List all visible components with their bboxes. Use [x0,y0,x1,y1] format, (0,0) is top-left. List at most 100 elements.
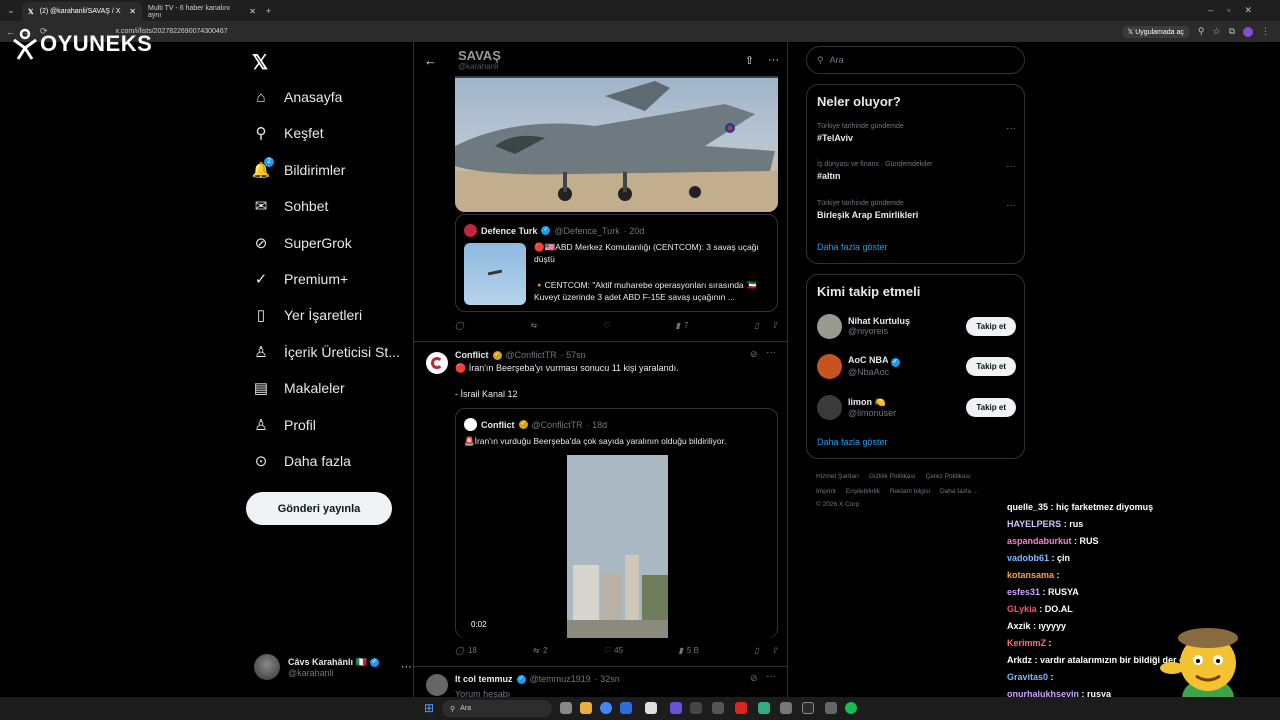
more-icon[interactable]: ··· [1006,161,1016,172]
follow-button[interactable]: Takip et [966,356,1016,376]
video-player[interactable]: 0:02 [456,455,777,638]
extensions-icon[interactable]: ⧉ [1229,26,1235,37]
browser-tab-active[interactable]: 𝕏 (2) @karahanli/SAVAŞ / X ✕ [22,2,142,21]
app-icon[interactable] [758,702,770,714]
verified-icon: ✓ [369,657,379,667]
follow-button[interactable]: Takip et [966,397,1016,417]
tweet-time[interactable]: · 32sn [595,674,620,684]
more-icon[interactable]: ··· [768,54,779,66]
tweet-author-handle[interactable]: @temmuz1919 [530,674,591,684]
start-icon[interactable]: ⊞ [424,701,434,715]
footer-link[interactable]: Daha fazla ... [940,488,978,495]
follow-suggestion[interactable]: limon 🍋 @limonuser Takip et [817,392,1016,422]
grok-icon[interactable]: ⊘ [750,673,758,684]
nav-item-more-circle[interactable]: ⊙ Daha fazla [252,452,351,470]
more-icon[interactable]: ··· [766,671,776,682]
show-more-link[interactable]: Daha fazla göster [817,242,888,252]
nav-item-home[interactable]: ⌂ Anasayfa [252,88,342,106]
app-icon[interactable] [825,702,837,714]
nav-item-article[interactable]: ▤ Makaleler [252,379,345,397]
chrome-icon[interactable] [600,702,612,714]
retweet-button[interactable]: ⇆ 2 [532,646,547,655]
views-button[interactable]: ▮ 7 [676,321,689,330]
spotify-icon[interactable] [845,702,857,714]
footer-link[interactable]: Çerez Politikası [926,473,971,480]
avatar[interactable] [426,352,448,374]
avatar[interactable] [426,674,448,696]
more-icon[interactable]: ··· [1006,123,1016,134]
follow-suggestion[interactable]: Nihat Kurtuluş @niyoreis Takip et [817,311,1016,341]
bookmark-share[interactable]: ▯ ⇧ [754,646,778,655]
footer-link[interactable]: Gizlilik Politikası [869,473,916,480]
profile-icon[interactable] [1243,26,1253,37]
share-icon[interactable]: ⇧ [745,54,754,67]
nav-item-bell[interactable]: 🔔 2 Bildirimler [252,156,345,179]
follow-button[interactable]: Takip et [966,316,1016,336]
open-in-app-button[interactable]: 𝕏 Uygulamada aç [1121,25,1190,38]
app-icon[interactable] [690,702,702,714]
app-icon[interactable] [780,702,792,714]
tweet-media-jet-image[interactable] [455,76,778,212]
footer-link[interactable]: Imprint [816,488,836,495]
like-button[interactable]: ♡ 45 [603,646,623,655]
tweet-author-name[interactable]: Conflict [455,350,489,360]
tweet-author-handle[interactable]: @ConflictTR [506,350,557,360]
star-icon[interactable]: ☆ [1212,26,1220,37]
close-tab-icon[interactable]: ✕ [129,7,136,16]
reply-button[interactable]: ◯ [455,321,464,330]
nav-item-grok[interactable]: ⊘ SuperGrok [252,234,352,252]
trend-item[interactable]: Türkiye tarihinde gündemde #TelAviv ··· [817,123,1016,143]
more-icon[interactable]: ··· [766,347,776,358]
app-icon[interactable] [670,702,682,714]
app-icon[interactable] [620,702,632,714]
x-logo-icon[interactable]: 𝕏 [252,50,268,75]
task-view-icon[interactable] [560,702,572,714]
views-button[interactable]: ▮ 5 B [679,646,699,655]
footer-link[interactable]: Erişilebilirlik [846,488,880,495]
back-arrow-icon[interactable]: ← [424,53,437,68]
quoted-tweet-card[interactable]: Defence Turk ✓ @Defence_Turk · 20d 🔴🇺🇸AB… [455,214,778,312]
footer-link[interactable]: Hizmet Şartları [816,473,859,480]
taskbar-search[interactable]: ⚲ Ara [442,700,552,717]
bookmark-share[interactable]: ▯ ⇧ [754,321,778,330]
nav-item-mail[interactable]: ✉ Sohbet [252,197,329,215]
app-icon[interactable] [645,702,657,714]
more-icon[interactable]: ··· [401,661,412,673]
app-icon[interactable] [802,702,814,714]
trend-item[interactable]: İş dünyası ve finans · Gündemdekiler #al… [817,161,1016,181]
new-tab-icon[interactable]: + [266,6,271,16]
zoom-icon[interactable]: ⚲ [1198,26,1205,37]
quoted-tweet-card[interactable]: Conflict ✓ @ConflictTR · 18d 🚨İran'ın vu… [455,408,778,638]
app-icon[interactable] [712,702,724,714]
browser-tab[interactable]: Multi TV - 6 haber kanalını aynı ✕ [142,2,262,21]
nav-item-bookmark[interactable]: ▯ Yer İşaretleri [252,306,362,324]
search-input[interactable]: ⚲ Ara [806,46,1025,74]
nav-item-creator[interactable]: ♙ İçerik Üreticisi St... [252,343,400,361]
trend-item[interactable]: Türkiye tarihinde gündemde Birleşik Arap… [817,200,1016,220]
close-tab-icon[interactable]: ✕ [249,7,256,16]
tweet-time[interactable]: · 57sn [561,350,586,360]
retweet-button[interactable]: ⇆ [530,321,537,330]
verified-gold-icon: ✓ [518,420,528,429]
verified-icon: ✓ [516,674,526,684]
tweet-author-name[interactable]: It col temmuz [455,674,513,684]
tab-menu-icon[interactable]: ⌄ [0,5,22,16]
account-switcher[interactable]: Câvs Karahânlı 🇮🇹 ✓ @karahanli ··· [254,654,412,680]
show-more-link[interactable]: Daha fazla göster [817,437,888,447]
chat-text: : hiç farketmez diyomuş [1050,502,1154,512]
menu-icon[interactable]: ⋮ [1261,26,1270,37]
file-explorer-icon[interactable] [580,702,592,714]
like-button[interactable]: ♡ [603,321,610,330]
more-icon[interactable]: ··· [1006,200,1016,211]
grok-icon[interactable]: ⊘ [750,349,758,360]
app-icon[interactable] [735,702,747,714]
post-button[interactable]: Gönderi yayınla [246,492,392,525]
reply-button[interactable]: ◯ 18 [455,646,477,655]
window-controls[interactable]: –▫✕ [1208,5,1266,16]
chat-message: Axzik : ıyyyyy [1007,621,1066,631]
nav-item-verified[interactable]: ✓ Premium+ [252,270,348,288]
footer-link[interactable]: Reklam bilgisi [890,488,930,495]
follow-suggestion[interactable]: AoC NBA ✓ @NbaAoc Takip et [817,351,1016,381]
nav-item-search[interactable]: ⚲ Keşfet [252,124,324,142]
nav-item-person[interactable]: ♙ Profil [252,416,316,434]
